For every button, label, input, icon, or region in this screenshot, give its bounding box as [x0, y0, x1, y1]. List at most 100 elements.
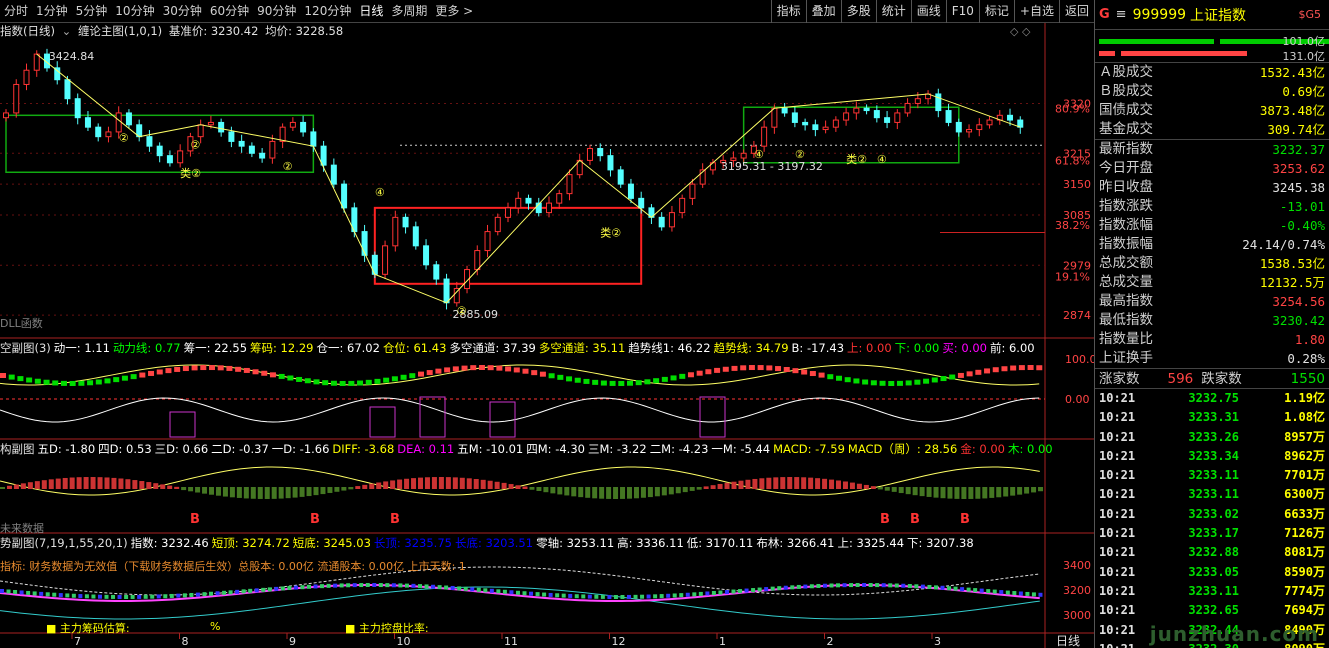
chan-marker: ②: [119, 131, 129, 144]
candle-body: [412, 226, 419, 247]
tool-button-0[interactable]: 指标: [770, 0, 806, 23]
sub2-bar: [794, 477, 800, 489]
period-tab-8[interactable]: 日线: [355, 0, 387, 23]
tool-button-3[interactable]: 统计: [875, 0, 911, 23]
sub2-bar: [759, 478, 765, 489]
sub1-title[interactable]: 空副图(3): [0, 341, 51, 355]
pct-tick-label: 19.1%: [1055, 271, 1090, 284]
tool-button-1[interactable]: 叠加: [805, 0, 841, 23]
tool-button-6[interactable]: 标记: [978, 0, 1014, 23]
stats-value: 12132.5万: [1259, 275, 1325, 290]
period-tab-3[interactable]: 10分钟: [111, 0, 158, 23]
chart-area[interactable]: 3320 3215 3150 3085 2979 2874 80.9% 61.8% 38.2% 1…: [0, 23, 1094, 648]
tool-button-5[interactable]: F10: [945, 0, 979, 23]
tick-row: 10:21 3233.05 8590万: [1095, 563, 1329, 582]
sub1-ribbon: [34, 378, 41, 384]
down-count: 1550: [1290, 371, 1325, 387]
sub2-item-15: 木: 0.00: [1007, 442, 1053, 456]
sub2-item-9: 三M: -3.22: [587, 442, 647, 456]
sub1-item-0: 动一: 1.11: [53, 341, 110, 355]
turnover-value: 1532.43亿: [1259, 65, 1325, 80]
sub3-dots: [91, 594, 96, 599]
sub2-bar: [0, 487, 5, 489]
sub3-dots: [953, 586, 958, 591]
candle-body: [64, 79, 71, 100]
candle-body: [84, 117, 91, 128]
turnover-stats: Ａ股成交 1532.43亿 Ｂ股成交 0.69亿 国债成交 3873.48亿 基金成交 309…: [1095, 63, 1329, 140]
candle-body: [505, 207, 512, 218]
sub2-item-1: 四D: 0.53: [98, 442, 152, 456]
period-tab-7[interactable]: 120分钟: [300, 0, 355, 23]
tick-list[interactable]: 10:21 3232.75 1.19亿 10:21 3233.31 1.08亿 10:21 3…: [1095, 389, 1329, 648]
sub1-ribbon: [627, 380, 633, 386]
sub1-ribbon: [783, 366, 790, 372]
stats-value: 0.28%: [1287, 351, 1325, 366]
period-tab-10[interactable]: 更多 >: [431, 0, 477, 23]
sub3-dots: [489, 588, 494, 593]
sub2-title[interactable]: 构副图: [0, 442, 35, 456]
tool-button-7[interactable]: +自选: [1013, 0, 1059, 23]
tick-price: 3232.75: [1188, 391, 1239, 405]
sub1-ribbon: [435, 368, 442, 374]
tool-button-2[interactable]: 多股: [840, 0, 876, 23]
sub1-item-1: 动力线: 0.77: [112, 341, 181, 355]
sub2-bar: [118, 478, 124, 489]
buy-signal-icon: B: [960, 512, 970, 527]
sub1-ribbon: [870, 380, 877, 386]
candle-body: [23, 69, 30, 85]
tick-time: 10:21: [1099, 448, 1136, 463]
chevron-down-icon[interactable]: ⌄: [62, 24, 72, 38]
period-tab-5[interactable]: 60分钟: [206, 0, 253, 23]
sub2-bar: [355, 486, 361, 489]
tick-row: 10:21 3233.11 7701万: [1095, 466, 1329, 485]
main-chart-header: 指数(日线) ⌄ 缠论主图(1,0,1) 基准价: 3230.42 均价: 32…: [0, 23, 346, 39]
sub2-bar: [445, 477, 451, 489]
sub2-bar: [989, 487, 995, 498]
sub3-dots: [32, 591, 37, 596]
sub2-bar: [376, 482, 382, 489]
sub1-ribbon: [914, 379, 921, 385]
sub2-bar: [285, 487, 291, 499]
candle-body: [935, 93, 942, 112]
sub3-dots: [907, 584, 912, 589]
sub1-header: 空副图(3) 动一: 1.11 动力线: 0.77 筹一: 22.55 筹码: 12.2…: [0, 340, 1038, 356]
main-title: 指数(日线): [0, 24, 55, 38]
main-indicator[interactable]: 缠论主图(1,0,1): [78, 24, 162, 38]
sub3-dots: [849, 583, 854, 588]
sub1-ribbon: [418, 371, 424, 377]
sub1-ribbon: [618, 380, 625, 386]
sub1-ribbon: [60, 380, 67, 386]
period-tab-9[interactable]: 多周期: [387, 0, 431, 23]
stats-row-2: 昨日收盘 3245.38: [1095, 178, 1329, 197]
sub2-bar: [174, 486, 180, 489]
period-tab-4[interactable]: 30分钟: [159, 0, 206, 23]
menu-icon[interactable]: ≡: [1116, 7, 1127, 22]
turnover-label: Ｂ股成交: [1099, 83, 1153, 99]
period-tab-6[interactable]: 90分钟: [253, 0, 300, 23]
tool-button-8[interactable]: 返回: [1058, 0, 1094, 23]
sub3-dots: [411, 583, 416, 588]
stats-row-9: 最低指数 3230.42: [1095, 311, 1329, 330]
tick-time: 10:21: [1099, 429, 1136, 444]
tool-button-4[interactable]: 画线: [910, 0, 946, 23]
period-tab-0[interactable]: 分时: [0, 0, 32, 23]
candle-body: [392, 216, 399, 247]
tick-price: 3233.05: [1188, 564, 1239, 579]
sub1-ribbon: [670, 375, 677, 381]
sub3-title[interactable]: 势副图(7,19,1,55,20,1): [0, 536, 128, 550]
sub3-y-tick: 3200: [1063, 584, 1091, 597]
group-badge[interactable]: G: [1099, 7, 1110, 22]
tick-row: 10:21 3233.26 8957万: [1095, 428, 1329, 447]
sub1-ribbon: [156, 369, 163, 375]
period-tab-2[interactable]: 5分钟: [72, 0, 112, 23]
sub1-ribbon: [661, 376, 668, 382]
diamond-icons[interactable]: ◇ ◇: [1010, 25, 1030, 38]
period-tab-1[interactable]: 1分钟: [32, 0, 72, 23]
kline-chart[interactable]: 33203215315030852979287480.9%61.8%38.2%1…: [0, 23, 1094, 648]
sub1-ribbon: [78, 380, 85, 386]
turnover-row-2: 国债成交 3873.48亿: [1095, 101, 1329, 120]
candle-body: [986, 119, 993, 126]
sub1-ribbon: [949, 374, 956, 380]
sub2-bar: [139, 481, 145, 489]
sub1-ribbon: [513, 367, 520, 373]
